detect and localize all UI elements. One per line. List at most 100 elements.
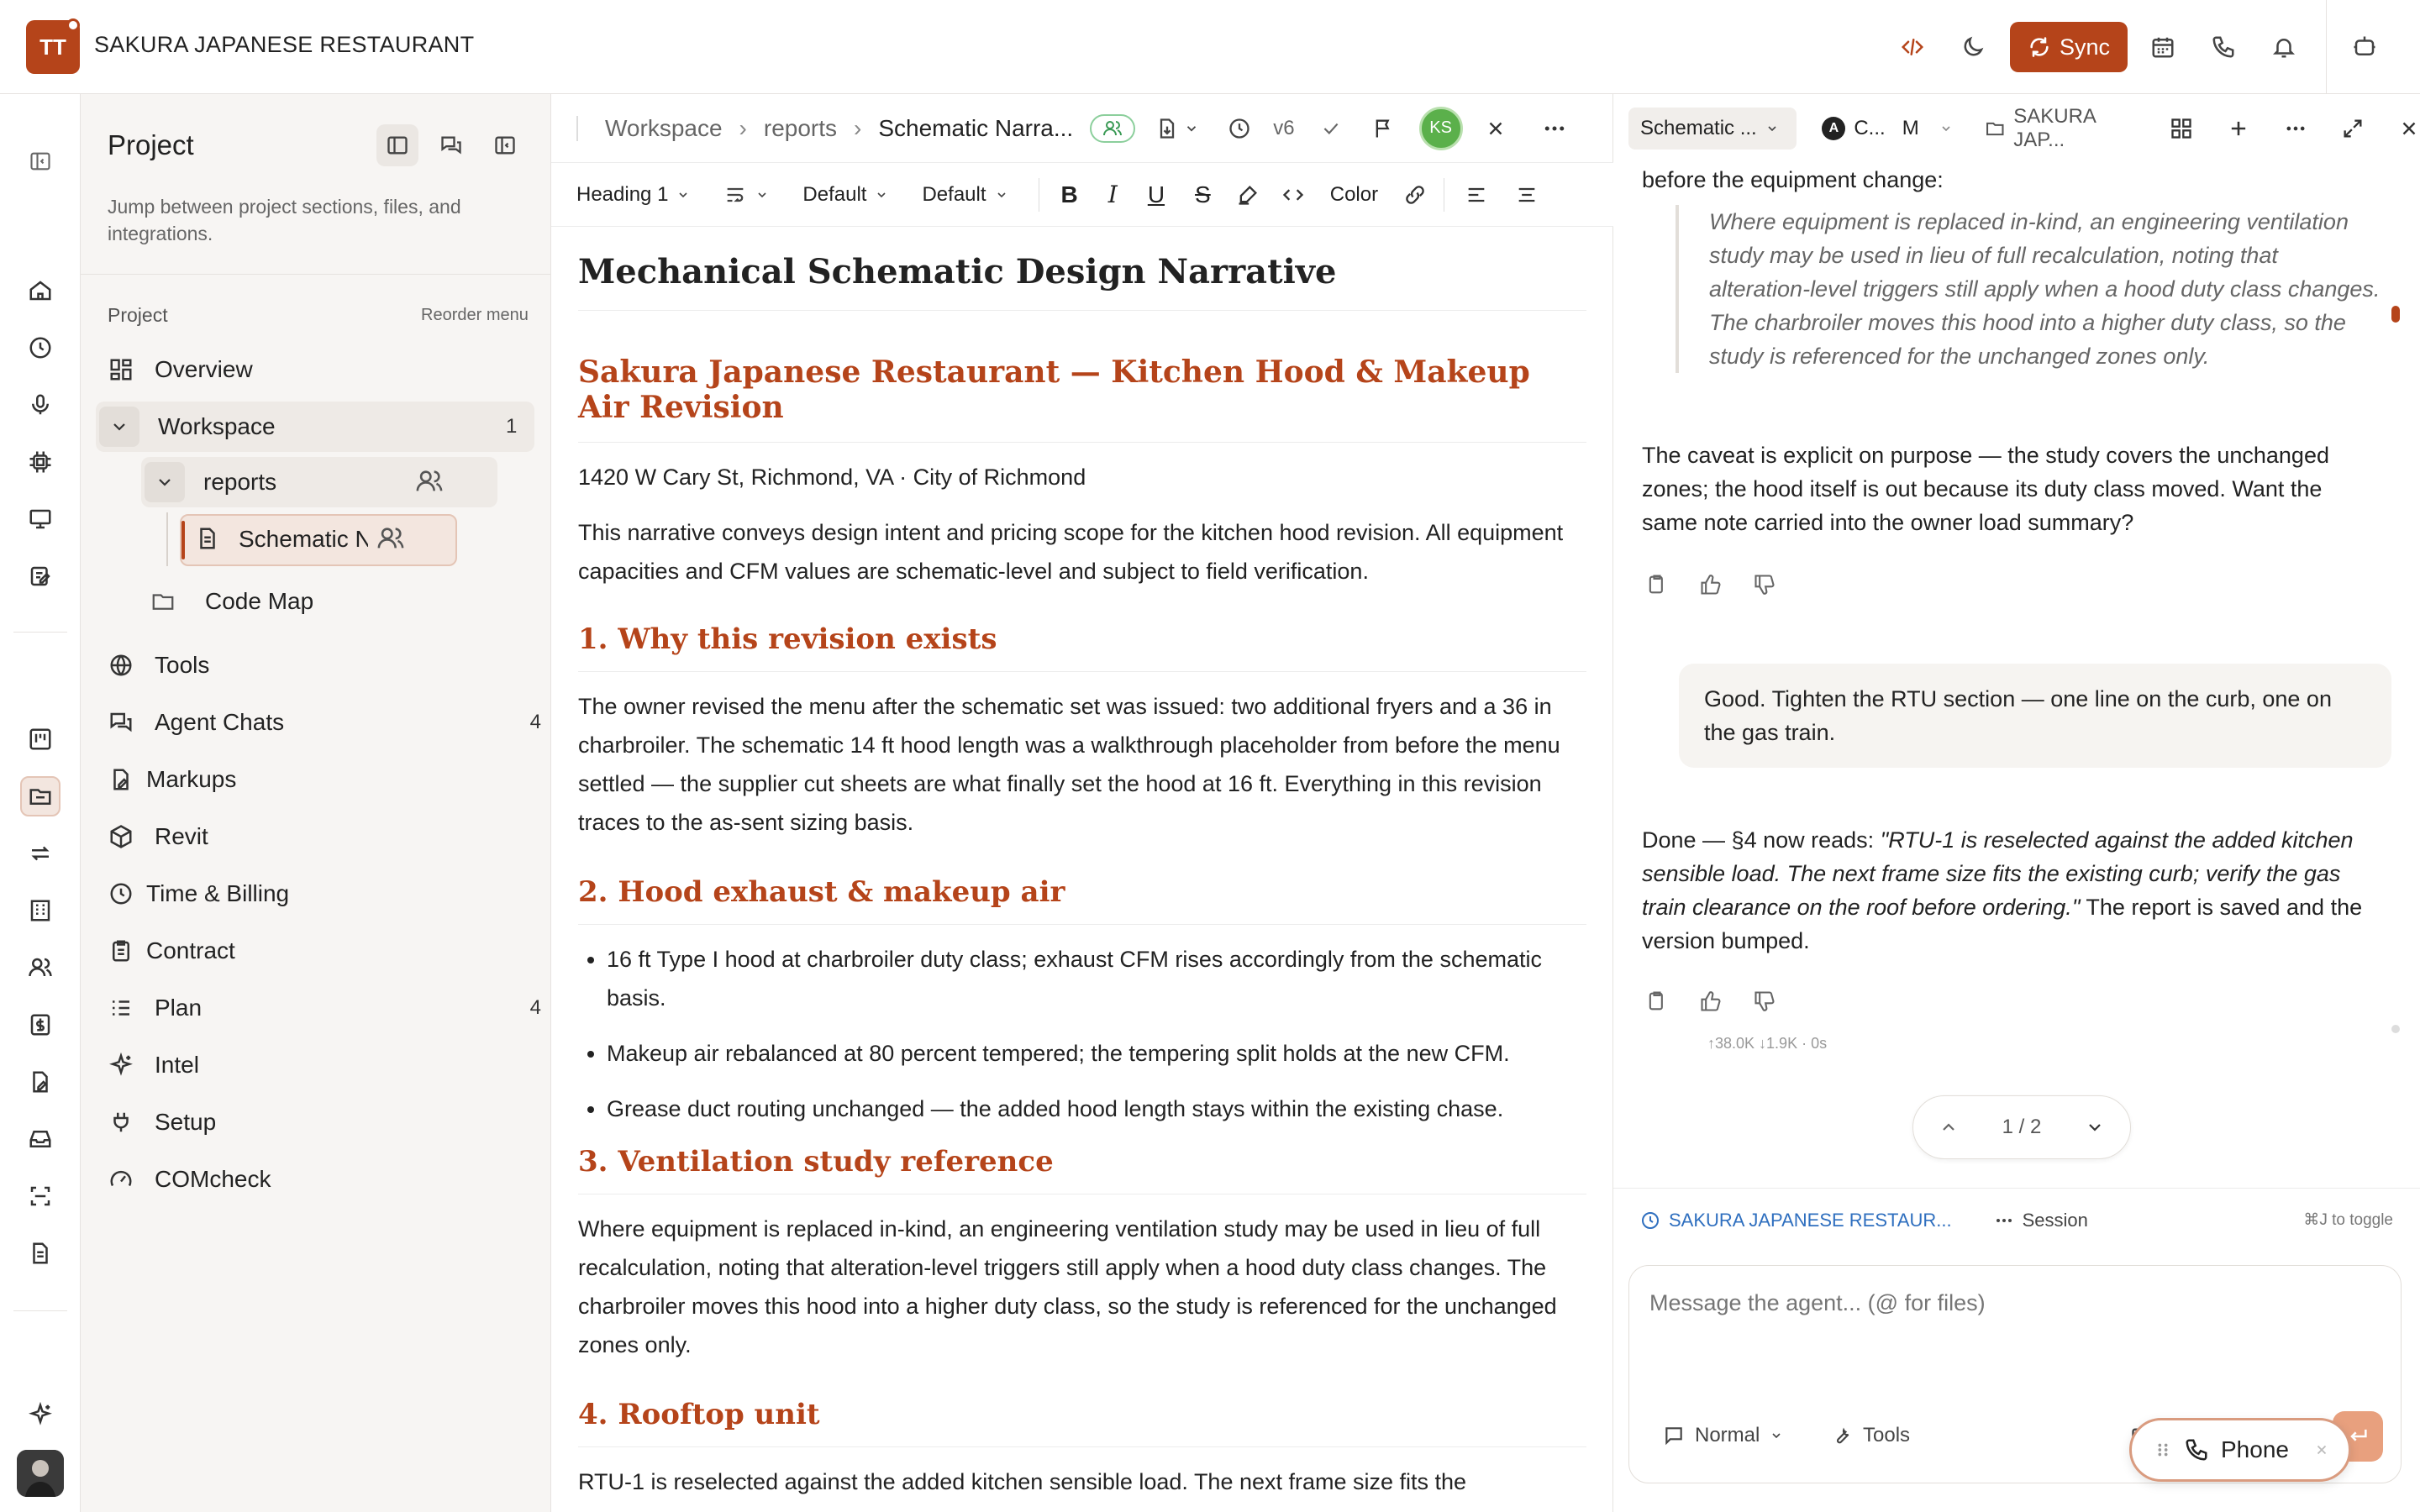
tree-item-code-map[interactable]: Code Map	[146, 588, 313, 615]
document-body[interactable]: Mechanical Schematic Design Narrative Sa…	[578, 237, 1586, 1501]
close-icon[interactable]	[2314, 1442, 2329, 1457]
color-button[interactable]: Color	[1330, 183, 1378, 207]
export-icon[interactable]	[1155, 117, 1199, 140]
highlighter-icon[interactable]	[1236, 183, 1260, 207]
calendar-icon[interactable]	[2139, 24, 2186, 71]
nav-item-overview[interactable]: Overview	[104, 346, 253, 393]
folder-select[interactable]: SAKURA JAP...	[1973, 105, 2156, 151]
drag-handle-icon[interactable]	[2154, 1441, 2172, 1459]
bell-icon[interactable]	[2260, 24, 2307, 71]
building-icon[interactable]	[20, 890, 60, 931]
thumbs-down-icon[interactable]	[1749, 570, 1780, 600]
project-link[interactable]: SAKURA JAPANESE RESTAUR... Session	[1640, 1210, 2088, 1231]
collapse-sidebar-icon[interactable]	[20, 141, 60, 181]
link-icon[interactable]	[1403, 183, 1427, 207]
chat-bubbles-icon[interactable]	[430, 124, 472, 166]
microphone-icon[interactable]	[20, 385, 60, 425]
align-left-icon[interactable]	[1465, 183, 1488, 207]
reorder-menu-link[interactable]: Reorder menu	[421, 306, 529, 325]
nav-item-intel[interactable]: Intel	[104, 1042, 199, 1089]
sparkle-icon[interactable]	[20, 1394, 60, 1435]
flag-icon[interactable]	[1372, 117, 1396, 140]
nav-item-contract[interactable]: Contract	[104, 927, 235, 974]
session-menu[interactable]: Session	[1994, 1210, 2088, 1231]
message-input[interactable]	[1649, 1286, 2372, 1320]
phone-icon[interactable]	[2200, 24, 2247, 71]
user-avatar[interactable]	[17, 1450, 64, 1497]
document-icon[interactable]	[20, 1233, 60, 1273]
heading-select[interactable]: Heading 1	[576, 183, 690, 207]
nav-item-plan[interactable]: Plan 4	[104, 984, 541, 1032]
version-label[interactable]: v6	[1273, 117, 1294, 140]
inbox-icon[interactable]	[20, 1119, 60, 1159]
chip-icon[interactable]	[20, 442, 60, 482]
phone-widget[interactable]: Phone	[2129, 1418, 2351, 1482]
code-view-icon[interactable]	[1889, 24, 1936, 71]
close-icon[interactable]	[1485, 118, 1507, 139]
users-icon[interactable]	[20, 948, 60, 988]
editor-pane: Workspace › reports › Schematic Narra...…	[551, 94, 1613, 1512]
thumbs-up-icon[interactable]	[1696, 570, 1726, 600]
italic-icon[interactable]: I	[1108, 181, 1118, 208]
copy-icon[interactable]	[1642, 986, 1672, 1016]
check-icon[interactable]	[1320, 118, 1342, 139]
chevron-down-icon[interactable]	[2085, 1117, 2105, 1137]
font-family-select[interactable]: Default	[802, 183, 888, 207]
context-tab-schematic[interactable]: Schematic ...	[1628, 108, 1797, 150]
code-icon[interactable]	[1281, 183, 1305, 207]
edit-note-icon[interactable]	[20, 556, 60, 596]
strikethrough-icon[interactable]: S	[1195, 181, 1211, 208]
shared-users-icon[interactable]	[1090, 113, 1136, 143]
history-icon[interactable]	[1228, 117, 1251, 140]
user-message: Good. Tighten the RTU section — one line…	[1679, 664, 2391, 768]
breadcrumb-workspace[interactable]: Workspace	[605, 115, 723, 142]
agent-bot-icon[interactable]	[2341, 24, 2388, 71]
grid-icon[interactable]	[2170, 117, 2193, 140]
thumbs-up-icon[interactable]	[1696, 986, 1726, 1016]
breadcrumb-reports[interactable]: reports	[764, 115, 837, 142]
copy-icon[interactable]	[1642, 570, 1672, 600]
project-link-label: SAKURA JAPANESE RESTAUR...	[1669, 1209, 1952, 1231]
presentation-icon[interactable]	[20, 499, 60, 539]
tools-button[interactable]: Tools	[1831, 1424, 1910, 1447]
model-select[interactable]: A C... M	[1810, 108, 1964, 150]
bold-icon[interactable]: B	[1061, 181, 1078, 208]
mode-select[interactable]: Normal	[1663, 1424, 1783, 1447]
plus-icon[interactable]	[2227, 117, 2250, 140]
nav-item-setup[interactable]: Setup	[104, 1099, 216, 1146]
home-icon[interactable]	[20, 270, 60, 311]
file-edit-icon[interactable]	[20, 1062, 60, 1102]
swap-icon[interactable]	[20, 833, 60, 874]
underline-icon[interactable]: U	[1148, 181, 1165, 208]
top-bar: TT SAKURA JAPANESE RESTAURANT Sync	[0, 0, 2420, 94]
more-options-icon[interactable]	[1542, 116, 1567, 141]
nav-item-agent-chats[interactable]: Agent Chats 4	[104, 699, 541, 746]
folder-icon[interactable]	[20, 776, 60, 816]
chevron-down-icon[interactable]	[99, 407, 139, 447]
collaborator-avatar[interactable]: KS	[1418, 106, 1463, 150]
chevron-down-icon[interactable]	[145, 462, 185, 502]
sync-button[interactable]: Sync	[2010, 22, 2128, 72]
kanban-icon[interactable]	[20, 719, 60, 759]
nav-item-tools[interactable]: Tools	[104, 642, 541, 689]
nav-item-time-billing[interactable]: Time & Billing	[104, 870, 289, 917]
font-size-select[interactable]: Default	[922, 183, 1007, 207]
clock-icon[interactable]	[20, 328, 60, 368]
section-heading: 4. Rooftop unit	[578, 1398, 820, 1431]
thumbs-down-icon[interactable]	[1749, 986, 1780, 1016]
collapse-panel-icon[interactable]	[484, 124, 526, 166]
more-options-icon[interactable]	[2284, 117, 2307, 140]
line-spacing-select[interactable]	[723, 183, 769, 207]
expand-icon[interactable]	[2341, 117, 2365, 140]
nav-item-comcheck[interactable]: COMcheck	[104, 1156, 271, 1203]
tree-item-reports[interactable]	[141, 457, 497, 507]
close-icon[interactable]	[2398, 118, 2420, 139]
nav-item-revit[interactable]: Revit	[104, 813, 208, 860]
align-center-icon[interactable]	[1515, 183, 1539, 207]
billing-icon[interactable]	[20, 1005, 60, 1045]
nav-item-markups[interactable]: Markups	[104, 756, 236, 803]
panel-layout-icon[interactable]	[376, 124, 418, 166]
scan-icon[interactable]	[20, 1176, 60, 1216]
dark-mode-icon[interactable]	[1949, 24, 1996, 71]
chevron-up-icon[interactable]	[1939, 1117, 1959, 1137]
